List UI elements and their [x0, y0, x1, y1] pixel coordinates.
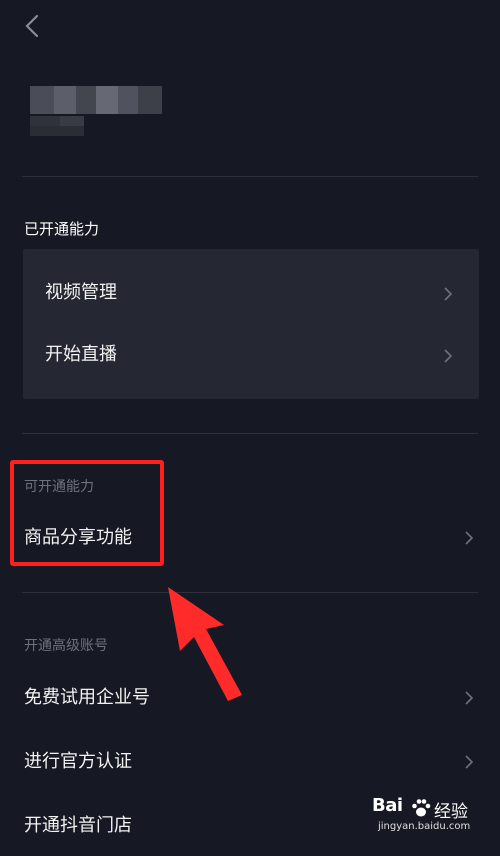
- watermark-suffix: 经验: [434, 802, 468, 822]
- baidu-jingyan-watermark: Bai 经验 jingyan.baidu.com: [372, 795, 482, 839]
- chevron-right-icon: [465, 691, 474, 705]
- watermark-url: jingyan.baidu.com: [378, 821, 471, 832]
- chevron-right-icon: [465, 531, 474, 545]
- watermark-brand: Bai: [372, 795, 403, 816]
- divider: [22, 433, 478, 434]
- item-label: 开通抖音门店: [24, 815, 132, 836]
- paw-icon: [412, 799, 431, 817]
- item-label: 开始直播: [45, 344, 117, 365]
- chevron-right-icon: [444, 287, 453, 301]
- start-live-item[interactable]: 开始直播: [23, 325, 479, 385]
- item-label: 视频管理: [45, 282, 117, 303]
- annotation-arrow-icon: [168, 587, 242, 701]
- chevron-right-icon: [465, 755, 474, 769]
- chevron-right-icon: [444, 349, 453, 363]
- item-label: 进行官方认证: [24, 751, 132, 772]
- opened-abilities-card: 视频管理 开始直播: [23, 249, 479, 399]
- chevron-left-icon: [25, 14, 39, 38]
- back-button[interactable]: [20, 12, 48, 40]
- divider: [22, 176, 478, 177]
- official-verification-item[interactable]: 进行官方认证: [0, 732, 500, 792]
- item-label: 免费试用企业号: [24, 687, 150, 708]
- advanced-account-title: 开通高级账号: [24, 638, 108, 654]
- blurred-account-info: [18, 86, 168, 138]
- video-management-item[interactable]: 视频管理: [23, 263, 479, 323]
- annotation-highlight-box: [10, 460, 164, 566]
- opened-abilities-title: 已开通能力: [24, 220, 100, 238]
